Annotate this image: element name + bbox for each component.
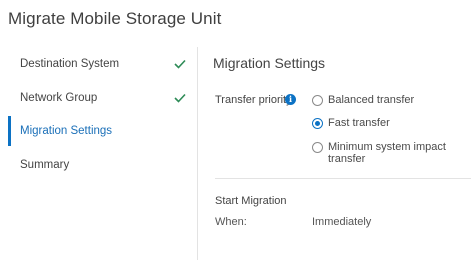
radio-circle[interactable] bbox=[312, 142, 323, 153]
step-network-group[interactable]: Network Group bbox=[0, 81, 196, 115]
info-icon[interactable]: i bbox=[285, 94, 296, 105]
radio-label: Minimum system impact transfer bbox=[328, 141, 446, 165]
step-label: Migration Settings bbox=[20, 125, 113, 137]
step-label: Destination System bbox=[20, 58, 120, 70]
step-migration-settings[interactable]: Migration Settings bbox=[0, 114, 196, 148]
step-label: Network Group bbox=[20, 92, 98, 104]
when-label: When: bbox=[215, 216, 247, 228]
check-icon bbox=[174, 93, 186, 103]
check-icon bbox=[174, 59, 186, 69]
step-destination-system[interactable]: Destination System bbox=[0, 47, 196, 81]
radio-label: Fast transfer bbox=[328, 117, 390, 129]
when-value: Immediately bbox=[312, 216, 372, 228]
step-label: Summary bbox=[20, 159, 70, 171]
migration-settings-panel: Migration Settings Transfer priority: i … bbox=[198, 47, 474, 260]
radio-circle[interactable] bbox=[312, 95, 323, 106]
dialog-title: Migrate Mobile Storage Unit bbox=[8, 9, 222, 28]
transfer-priority-label: Transfer priority: bbox=[215, 94, 295, 106]
section-title: Migration Settings bbox=[213, 55, 326, 71]
start-migration-title: Start Migration bbox=[215, 195, 287, 207]
radio-label: Balanced transfer bbox=[328, 94, 415, 106]
section-divider bbox=[215, 178, 471, 179]
active-step-indicator bbox=[8, 116, 11, 146]
wizard-steps-sidebar: Destination System Network Group Migrati… bbox=[0, 47, 196, 260]
radio-circle-selected[interactable] bbox=[312, 118, 323, 129]
step-summary[interactable]: Summary bbox=[0, 148, 196, 182]
